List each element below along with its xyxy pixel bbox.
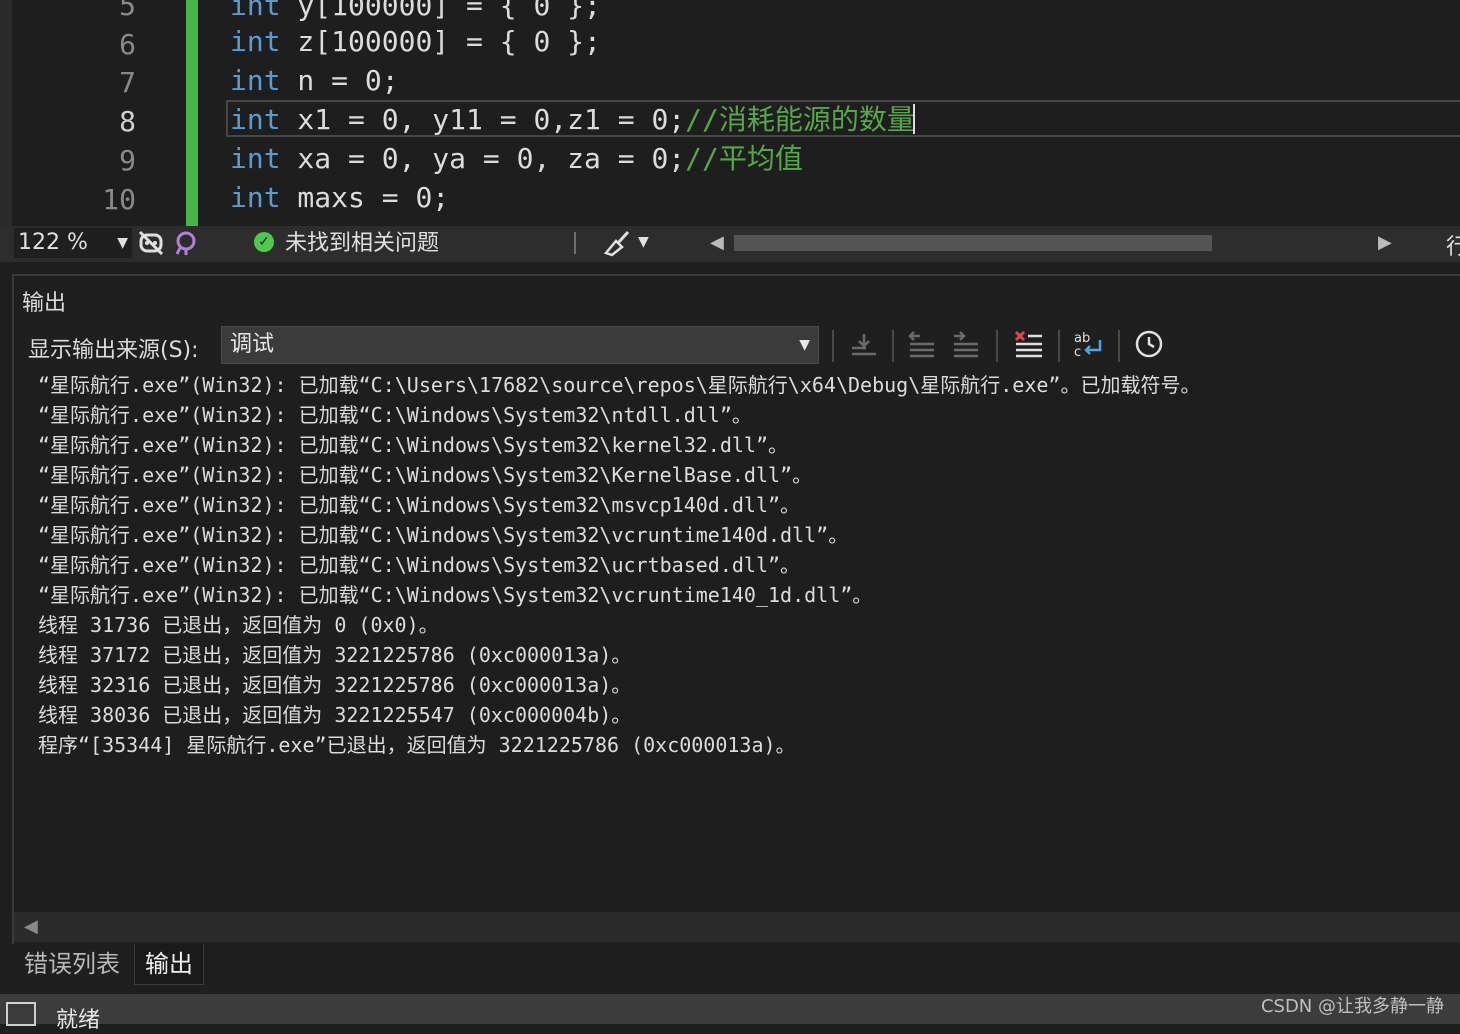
editor-status-strip: [0, 226, 1460, 262]
svg-text:ab: ab: [1074, 331, 1090, 346]
chevron-down-icon: ▼: [799, 337, 810, 353]
line-number: 10: [102, 183, 136, 216]
tab-error-list[interactable]: 错误列表: [14, 944, 130, 984]
watermark: CSDN @让我多静一静: [1260, 996, 1444, 1017]
timestamp-icon[interactable]: [1132, 328, 1166, 362]
output-line: 线程 37172 已退出，返回值为 3221225786 (0xc000013a…: [38, 643, 632, 667]
code-text: y[100000] = { 0 };: [280, 0, 601, 22]
scroll-left-icon[interactable]: ◀: [710, 232, 724, 253]
svg-text:c: c: [1074, 345, 1081, 360]
output-line: 线程 32316 已退出，返回值为 3221225786 (0xc000013a…: [38, 673, 632, 697]
zoom-value: 122 %: [18, 230, 88, 255]
code-line[interactable]: int n = 0;: [230, 61, 399, 100]
output-line: “星际航行.exe”(Win32): 已加载“C:\Windows\System…: [38, 403, 752, 427]
output-line: “星际航行.exe”(Win32): 已加载“C:\Windows\System…: [38, 433, 789, 457]
status-bar: [0, 994, 1460, 1024]
panel-tabs: [0, 944, 1460, 994]
clear-all-icon[interactable]: [1012, 328, 1046, 362]
output-line: 程序“[35344] 星际航行.exe”已退出，返回值为 3221225786 …: [38, 733, 796, 757]
issues-status[interactable]: 未找到相关问题: [285, 229, 439, 259]
change-tracking-bar: [186, 0, 198, 226]
keyword: int: [230, 181, 281, 214]
zoom-dropdown[interactable]: 122 % ▼: [14, 228, 132, 258]
output-line: 线程 38036 已退出，返回值为 3221225547 (0xc000004b…: [38, 703, 632, 727]
keyword: int: [230, 64, 281, 97]
divider: [1118, 330, 1120, 362]
status-text: 就绪: [56, 1008, 101, 1033]
output-source-label: 显示输出来源(S):: [28, 338, 199, 363]
chevron-down-icon: ▼: [117, 235, 128, 251]
copilot-off-icon[interactable]: [138, 229, 164, 257]
code-line[interactable]: int xa = 0, ya = 0, za = 0;//平均值: [230, 139, 803, 178]
output-line: “星际航行.exe”(Win32): 已加载“C:\Windows\System…: [38, 583, 873, 607]
chevron-down-icon[interactable]: ▼: [638, 234, 649, 250]
status-indicator-icon: [6, 1002, 36, 1026]
prev-message-icon[interactable]: [906, 328, 938, 362]
scroll-right-icon[interactable]: ▶: [1378, 232, 1392, 253]
editor-left-strip: [0, 0, 12, 226]
code-line[interactable]: int maxs = 0;: [230, 178, 449, 217]
code-comment: //平均值: [685, 142, 803, 175]
keyword: int: [230, 142, 281, 175]
output-source-select[interactable]: 调试 ▼: [221, 326, 819, 364]
output-line: 线程 31736 已退出，返回值为 0 (0x0)。: [38, 613, 439, 637]
code-text: xa = 0, ya = 0, za = 0;: [280, 142, 686, 175]
code-text: z[100000] = { 0 };: [280, 25, 601, 58]
code-editor[interactable]: 5 6 7 8 9 10 int y[100000] = { 0 }; int …: [0, 0, 1460, 226]
line-number-current: 8: [119, 105, 136, 138]
divider: [996, 330, 998, 362]
output-source-value: 调试: [230, 332, 275, 357]
line-number: 5: [119, 0, 136, 22]
divider: [892, 330, 894, 362]
code-comment: //消耗能源的数量: [685, 103, 915, 136]
code-text: x1 = 0, y11 = 0,z1 = 0;: [280, 103, 686, 136]
output-line: “星际航行.exe”(Win32): 已加载“C:\Windows\System…: [38, 553, 801, 577]
keyword: int: [230, 103, 281, 136]
line-number: 7: [119, 66, 136, 99]
output-line: “星际航行.exe”(Win32): 已加载“C:\Windows\System…: [38, 493, 801, 517]
horizontal-scrollbar-thumb[interactable]: [734, 235, 1212, 251]
code-text: maxs = 0;: [280, 181, 450, 214]
tab-output[interactable]: 输出: [134, 944, 204, 985]
intellicode-icon[interactable]: [174, 230, 198, 256]
check-circle-icon: ✓: [254, 232, 274, 252]
output-text-area[interactable]: “星际航行.exe”(Win32): 已加载“C:\Users\17682\so…: [14, 370, 1460, 910]
output-line: “星际航行.exe”(Win32): 已加载“C:\Windows\System…: [38, 523, 849, 547]
code-text: n = 0;: [280, 64, 399, 97]
goto-code-icon[interactable]: [848, 328, 880, 362]
keyword: int: [230, 25, 281, 58]
scroll-left-icon[interactable]: ◀: [24, 916, 38, 937]
divider: [574, 232, 576, 254]
line-number: 9: [119, 144, 136, 177]
output-horizontal-scrollbar[interactable]: ◀: [14, 912, 1460, 942]
divider: [1058, 330, 1060, 362]
next-message-icon[interactable]: [950, 328, 982, 362]
line-indicator: 行: [1446, 235, 1460, 260]
code-line-current[interactable]: int x1 = 0, y11 = 0,z1 = 0;//消耗能源的数量: [230, 100, 915, 139]
panel-title: 输出: [22, 291, 67, 316]
divider: [832, 330, 834, 362]
word-wrap-icon[interactable]: ab c: [1072, 328, 1106, 362]
line-number: 6: [119, 28, 136, 61]
line-number-gutter: 5 6 7 8 9 10: [12, 0, 172, 226]
code-line[interactable]: int z[100000] = { 0 };: [230, 22, 601, 61]
output-line: “星际航行.exe”(Win32): 已加载“C:\Users\17682\so…: [38, 373, 1201, 397]
code-cleanup-icon[interactable]: [602, 229, 632, 257]
output-line: “星际航行.exe”(Win32): 已加载“C:\Windows\System…: [38, 463, 813, 487]
keyword: int: [230, 0, 281, 22]
text-caret: [913, 104, 915, 134]
